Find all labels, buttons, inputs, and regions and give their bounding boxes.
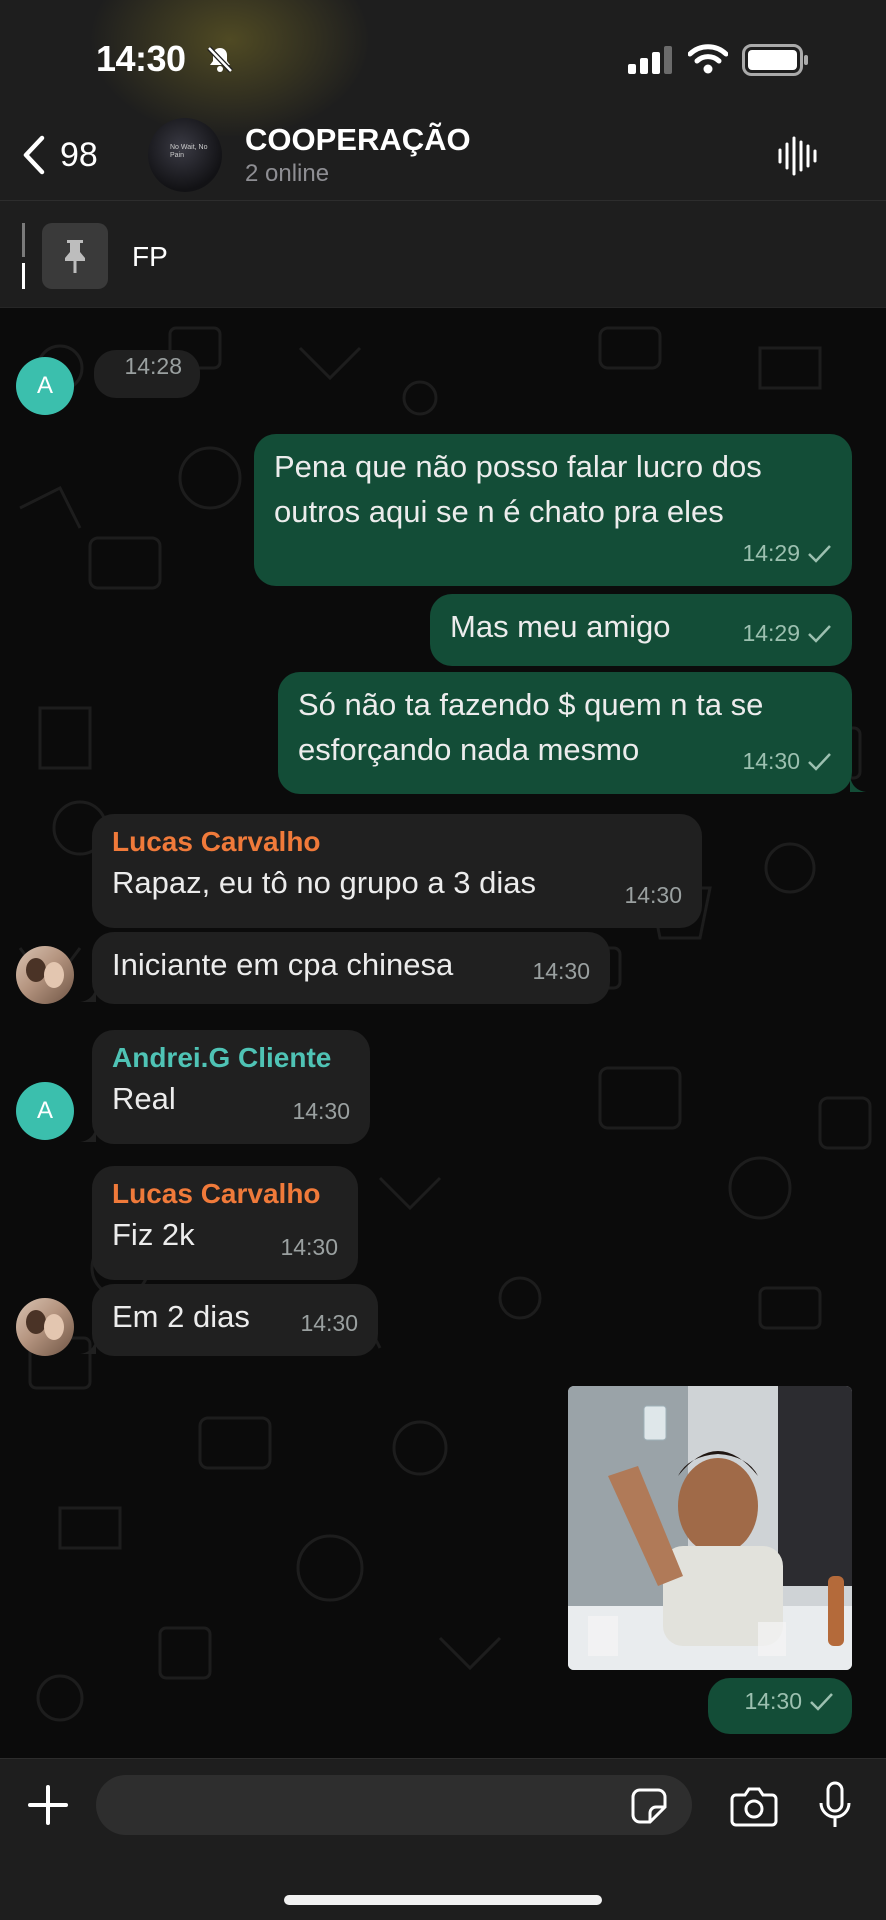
- pin-page-indicator: [22, 223, 26, 289]
- message-text: Só não ta fazendo $ quem n ta se esforça…: [298, 687, 764, 767]
- message-meta: 14:30: [742, 739, 832, 784]
- chat-subtitle: 2 online: [245, 160, 330, 187]
- sender-avatar-photo[interactable]: [16, 946, 74, 1004]
- message-text: Pena que não posso falar lucro dos outro…: [274, 449, 762, 529]
- pinned-text: FP: [132, 241, 168, 272]
- message-time: 14:30: [292, 1098, 350, 1124]
- message-text: Iniciante em cpa chinesa: [112, 947, 454, 982]
- message-meta: 14:30: [744, 1679, 834, 1724]
- pin-thumbnail: [42, 223, 108, 289]
- message-time: 14:30: [744, 1688, 802, 1714]
- group-avatar-text: No Wait, No Pain: [170, 144, 208, 159]
- sender-avatar-a[interactable]: A: [16, 1082, 74, 1140]
- message-input[interactable]: [96, 1775, 692, 1835]
- message-bubble-in[interactable]: 14:28: [94, 350, 200, 398]
- bubble-tail: [80, 1126, 96, 1142]
- wifi-icon: [688, 44, 728, 74]
- microphone-icon[interactable]: [818, 1781, 852, 1829]
- bubble-tail: [80, 986, 96, 1002]
- message-time: 14:28: [124, 353, 182, 379]
- message-time: 14:30: [532, 958, 590, 984]
- message-bubble-in[interactable]: Em 2 dias 14:30: [92, 1284, 378, 1356]
- message-bubble-in[interactable]: Lucas Carvalho Fiz 2k 14:30: [92, 1166, 358, 1280]
- sender-avatar-a[interactable]: A: [16, 357, 74, 415]
- sender-name[interactable]: Lucas Carvalho: [112, 1176, 338, 1212]
- check-icon: [808, 752, 831, 771]
- message-text: Rapaz, eu tô no grupo a 3 dias: [112, 865, 536, 900]
- message-bubble-out[interactable]: 14:30: [708, 1678, 852, 1734]
- message-time: 14:30: [624, 882, 682, 908]
- check-icon: [810, 1692, 833, 1711]
- camera-icon[interactable]: [730, 1785, 778, 1827]
- pin-icon: [65, 240, 85, 273]
- message-bubble-in[interactable]: Andrei.G Cliente Real 14:30: [92, 1030, 370, 1144]
- battery-icon: [742, 44, 808, 76]
- message-time: 14:29: [742, 540, 800, 566]
- message-bubble-out[interactable]: Mas meu amigo 14:29: [430, 594, 852, 666]
- message-bubble-out[interactable]: Pena que não posso falar lucro dos outro…: [254, 434, 852, 586]
- message-time: 14:30: [300, 1310, 358, 1336]
- waveform-icon[interactable]: [776, 134, 820, 178]
- pinned-message-bar[interactable]: FP: [0, 201, 886, 308]
- message-bubble-out[interactable]: Só não ta fazendo $ quem n ta se esforça…: [278, 672, 852, 794]
- sender-name[interactable]: Andrei.G Cliente: [112, 1040, 350, 1076]
- bubble-tail: [850, 776, 866, 792]
- check-icon: [808, 624, 831, 643]
- back-button[interactable]: 98: [20, 130, 98, 180]
- sender-avatar-photo[interactable]: [16, 1298, 74, 1356]
- check-icon: [808, 544, 831, 563]
- message-time: 14:30: [280, 1234, 338, 1260]
- top-bar: 14:30 98 No Wait, No Pain COOPERAÇÃO 2 o…: [0, 0, 886, 201]
- message-time: 14:30: [742, 748, 800, 774]
- chat-area[interactable]: A 14:28 Pena que não posso falar lucro d…: [0, 308, 886, 1758]
- gif-image[interactable]: [568, 1386, 852, 1670]
- group-avatar[interactable]: No Wait, No Pain: [148, 118, 222, 192]
- status-time: 14:30: [96, 38, 186, 79]
- plus-icon[interactable]: [26, 1783, 70, 1827]
- sticker-icon[interactable]: [630, 1787, 668, 1825]
- message-meta: 14:29: [742, 611, 832, 656]
- bell-slash-icon: [207, 46, 233, 73]
- sender-name[interactable]: Lucas Carvalho: [112, 824, 682, 860]
- message-bubble-in[interactable]: Iniciante em cpa chinesa 14:30: [92, 932, 610, 1004]
- chevron-left-icon: [23, 135, 45, 175]
- home-indicator[interactable]: [284, 1895, 602, 1905]
- unread-count: 98: [60, 135, 98, 174]
- bubble-tail: [80, 1338, 96, 1354]
- message-time: 14:29: [742, 620, 800, 646]
- message-input-bar: [0, 1758, 886, 1920]
- message-bubble-in[interactable]: Lucas Carvalho Rapaz, eu tô no grupo a 3…: [92, 814, 702, 928]
- chat-title[interactable]: COOPERAÇÃO: [245, 122, 471, 158]
- cellular-signal-icon: [628, 46, 672, 74]
- message-meta: 14:29: [742, 531, 832, 576]
